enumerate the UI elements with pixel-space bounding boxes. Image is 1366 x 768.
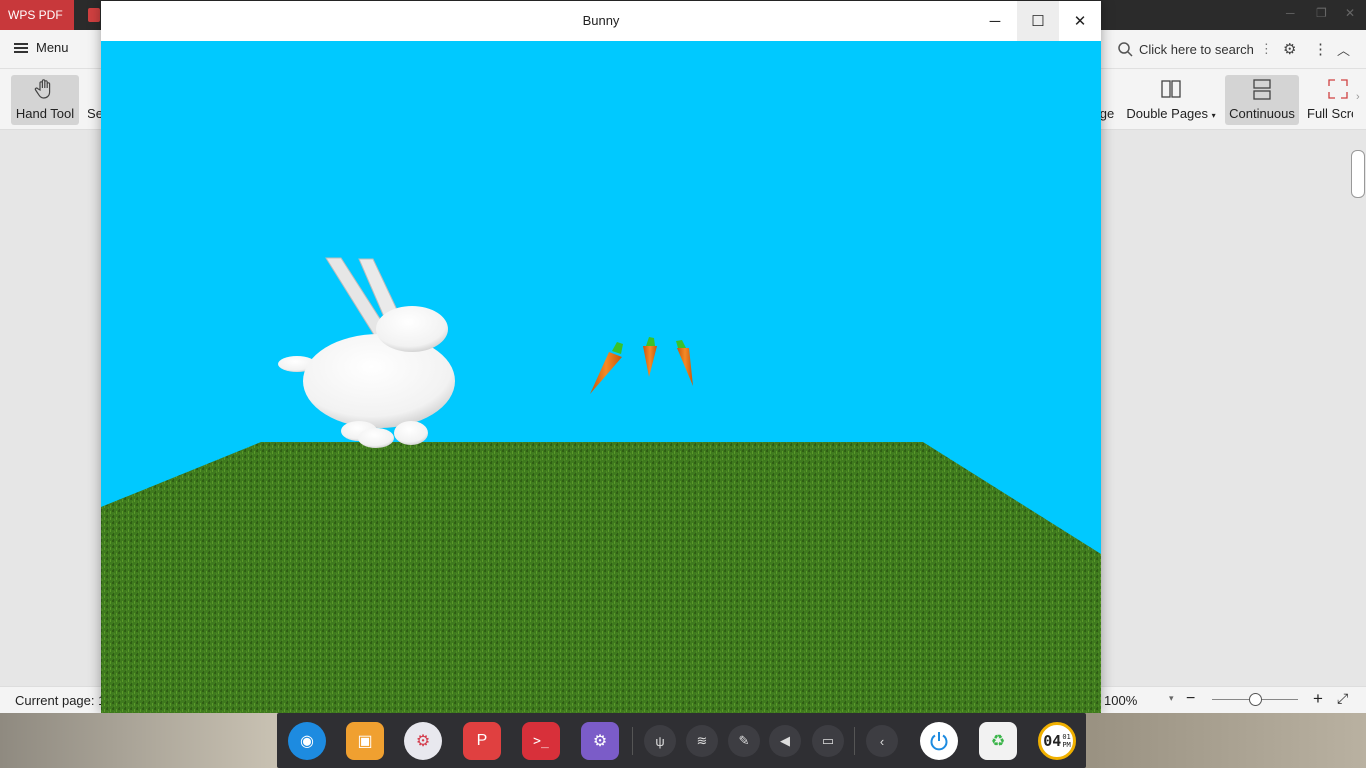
hamburger-icon [14, 42, 28, 53]
full-screen-button[interactable]: Full Scre [1307, 75, 1353, 125]
wps-tab-label: WPS PDF [8, 8, 63, 22]
maximize-icon: ☐ [1031, 13, 1045, 30]
wps-pdf-button[interactable]: P [463, 722, 501, 760]
dock-separator [854, 727, 855, 755]
clock-minute-block: 01 PM [1062, 733, 1070, 749]
select-tool-button[interactable]: Se [88, 75, 102, 125]
clock-minute: 01 [1062, 733, 1071, 741]
bunny-body [303, 334, 455, 428]
search-box[interactable]: Click here to search ⋮ [1118, 41, 1273, 57]
volume-button[interactable]: ◀ [769, 725, 801, 757]
battery-icon: ▭ [821, 733, 835, 748]
bunny-title-bar[interactable]: Bunny ─ ☐ ✕ [101, 1, 1101, 41]
collapse-tray-button[interactable]: ‹ [866, 725, 898, 757]
dropdown-caret-icon: ▾ [1211, 111, 1216, 120]
3d-scene-canvas[interactable] [101, 41, 1101, 713]
document-scrollbar-thumb[interactable] [1351, 150, 1365, 198]
trash-icon: ♻ [990, 733, 1006, 750]
zoom-slider-knob[interactable] [1249, 693, 1262, 706]
wps-close-icon[interactable]: ✕ [1345, 6, 1355, 20]
launcher-icon: ◉ [300, 733, 314, 750]
zoom-dropdown-icon[interactable]: ▾ [1169, 693, 1174, 704]
clock-hour: 04 [1043, 732, 1062, 750]
hand-tool-button[interactable]: Hand Tool [11, 75, 79, 125]
wps-restore-icon[interactable]: ❐ [1316, 6, 1327, 20]
battery-button[interactable]: ▭ [812, 725, 844, 757]
minimize-icon: ─ [989, 12, 1001, 30]
app-store-icon: ▣ [357, 733, 373, 750]
dock-separator [632, 727, 633, 755]
continuous-button[interactable]: Continuous [1225, 75, 1299, 125]
volume-icon: ◀ [780, 733, 790, 748]
double-pages-icon [1161, 80, 1181, 98]
current-page-label: Current page: 1 [15, 693, 106, 708]
menu-button[interactable]: Menu [14, 40, 69, 55]
clock-widget[interactable]: 04 01 PM [1038, 722, 1076, 760]
system-settings-icon: ⚙ [592, 733, 608, 750]
clock-ampm: PM [1062, 741, 1071, 749]
wps-minimize-icon[interactable]: ─ [1286, 6, 1295, 20]
zoom-in-icon[interactable]: + [1313, 689, 1323, 709]
menu-label: Menu [36, 40, 69, 55]
system-settings-button[interactable]: ⚙ [581, 722, 619, 760]
continuous-label: Continuous [1229, 106, 1295, 121]
disabled-pen-icon: ✎ [738, 733, 750, 748]
collapse-ribbon-icon[interactable]: ︿ [1337, 40, 1350, 59]
double-pages-button[interactable]: Double Pages ▾ [1126, 75, 1216, 125]
hand-tool-label: Hand Tool [15, 106, 75, 121]
single-page-label: ge [1100, 106, 1114, 121]
select-tool-label: Se [88, 106, 102, 121]
full-screen-icon [1328, 79, 1348, 99]
grass-floor [101, 442, 1101, 713]
wps-pdf-icon: P [476, 732, 488, 749]
continuous-icon [1253, 79, 1271, 100]
dock: ◉ ▣ ⚙ P >_ ⚙ ψ ≋ ✎ ◀ ▭ ‹ ♻ 04 01 PM [277, 713, 1086, 768]
single-page-button[interactable]: ge [1100, 75, 1114, 125]
close-icon: ✕ [1073, 13, 1087, 30]
toolbar-scroll-right-icon[interactable]: › [1356, 91, 1360, 103]
minimize-button[interactable]: ─ [974, 1, 1016, 41]
power-button[interactable] [920, 722, 958, 760]
maximize-button[interactable]: ☐ [1017, 1, 1059, 41]
fit-window-icon[interactable]: ⤢ [1337, 690, 1348, 707]
double-pages-label: Double Pages ▾ [1126, 106, 1216, 121]
trash-button[interactable]: ♻ [979, 722, 1017, 760]
zoom-out-icon[interactable]: − [1186, 690, 1195, 708]
usb-icon: ψ [655, 733, 665, 749]
wps-document-tab-icon[interactable] [88, 8, 100, 22]
terminal-icon: >_ [533, 733, 549, 749]
app-store-button[interactable]: ▣ [346, 722, 384, 760]
hand-icon [34, 79, 51, 99]
search-options-icon[interactable]: ⋮ [1260, 41, 1273, 57]
full-screen-label: Full Scre [1307, 106, 1353, 121]
search-placeholder: Click here to search [1139, 41, 1254, 57]
bunny-window: Bunny ─ ☐ ✕ [101, 1, 1101, 713]
wifi-icon: ≋ [696, 733, 708, 748]
bunny-head [376, 306, 448, 352]
window-title: Bunny [582, 13, 620, 28]
pen-button[interactable]: ✎ [728, 725, 760, 757]
usb-button[interactable]: ψ [644, 725, 676, 757]
power-icon [930, 732, 948, 751]
zoom-value[interactable]: 100% [1104, 693, 1137, 708]
close-button[interactable]: ✕ [1059, 1, 1101, 41]
wifi-button[interactable]: ≋ [686, 725, 718, 757]
bunny-foot-left [358, 428, 394, 448]
settings-button[interactable]: ⚙ [404, 722, 442, 760]
search-icon [1118, 41, 1133, 57]
more-options-icon[interactable]: ⋮ [1313, 40, 1328, 58]
collapse-tray-icon: ‹ [879, 733, 885, 749]
bunny-foot-right [394, 421, 428, 445]
launcher-button[interactable]: ◉ [288, 722, 326, 760]
settings-icon: ⚙ [415, 733, 431, 750]
gear-icon[interactable]: ⚙ [1283, 40, 1296, 58]
terminal-button[interactable]: >_ [522, 722, 560, 760]
wps-pdf-tab[interactable]: WPS PDF [0, 0, 74, 30]
